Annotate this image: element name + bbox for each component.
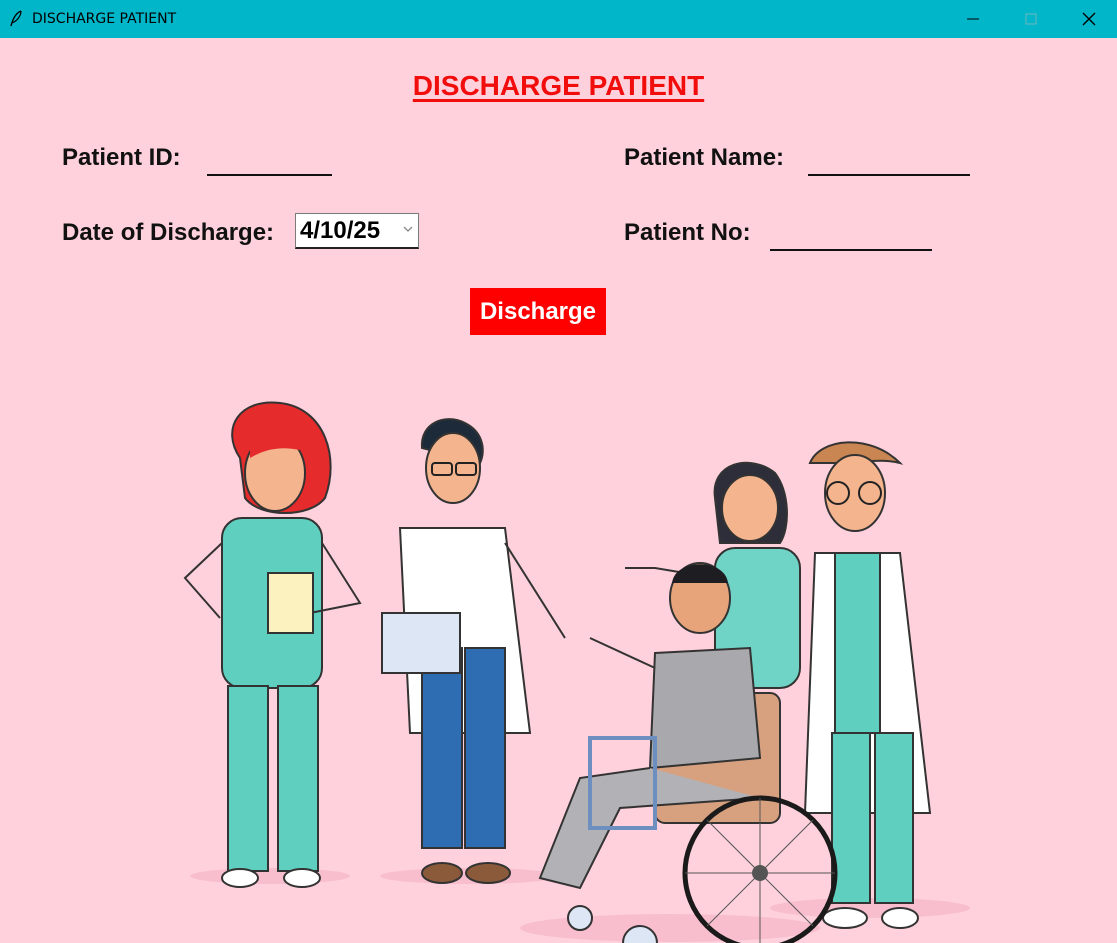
date-of-discharge-picker[interactable]: 4/10/25 (295, 213, 419, 249)
maximize-button[interactable] (1002, 0, 1060, 38)
medical-staff-illustration (183, 401, 970, 943)
page-title: DISCHARGE PATIENT (412, 70, 705, 101)
close-button[interactable] (1060, 0, 1117, 38)
maximize-icon (1025, 13, 1037, 25)
patient-id-input[interactable] (207, 148, 332, 176)
minimize-icon (967, 18, 979, 20)
window-titlebar: DISCHARGE PATIENT (0, 0, 1117, 38)
patient-id-label: Patient ID: (62, 144, 181, 171)
feather-icon (10, 10, 22, 27)
date-value: 4/10/25 (300, 216, 381, 244)
patient-no-label: Patient No: (624, 219, 751, 246)
patient-no-input[interactable] (770, 223, 932, 251)
date-of-discharge-label: Date of Discharge: (62, 219, 275, 246)
close-icon (1082, 12, 1096, 26)
nurse-figure (183, 401, 362, 888)
discharge-button[interactable]: Discharge (470, 288, 606, 335)
doctor-figure (381, 418, 566, 884)
discharge-form: DISCHARGE PATIENT Patient ID: Patient Na… (0, 38, 1117, 943)
window-title: DISCHARGE PATIENT (32, 11, 177, 27)
patient-name-input[interactable] (808, 148, 970, 176)
patient-name-label: Patient Name: (624, 144, 785, 171)
minimize-button[interactable] (944, 0, 1002, 38)
chevron-down-icon (403, 226, 413, 232)
senior-doctor-figure (803, 441, 932, 929)
